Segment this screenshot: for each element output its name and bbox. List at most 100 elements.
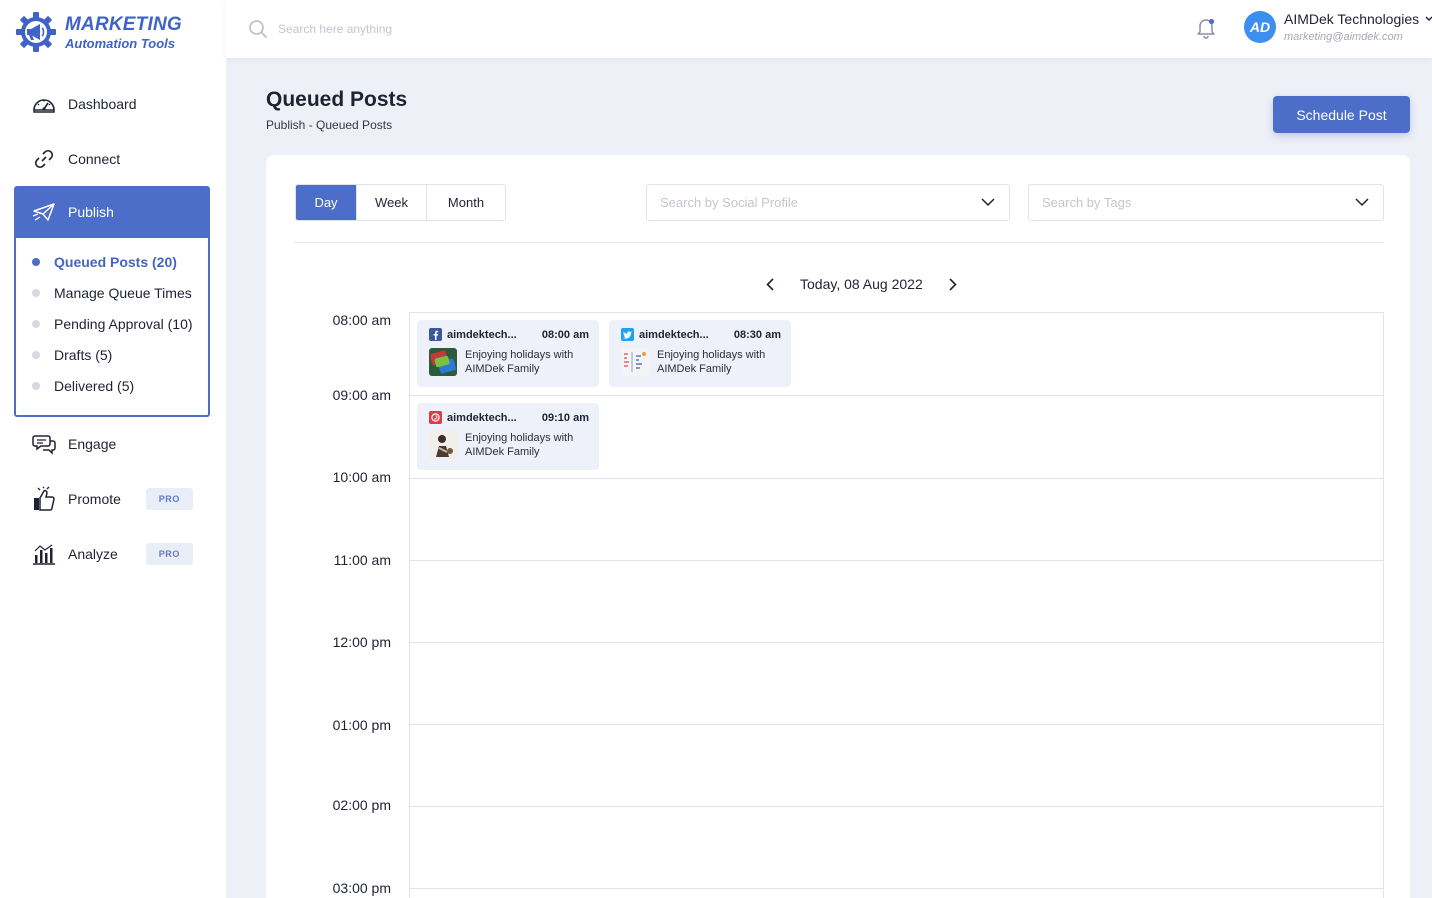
- brand-logo[interactable]: MARKETING Automation Tools: [14, 10, 182, 54]
- pro-badge: PRO: [145, 488, 193, 510]
- post-account: aimdektech...: [447, 328, 517, 341]
- post-thumbnail-image: [621, 348, 649, 376]
- nav-engage-label: Engage: [68, 436, 117, 452]
- hour-line: [410, 560, 1383, 561]
- queued-post-card[interactable]: aimdektech... 08:30 am Enjoying holidays…: [609, 320, 791, 387]
- filter-divider: [294, 242, 1384, 243]
- chevron-right-icon: [949, 277, 957, 291]
- sidebar: MARKETING Automation Tools Dashboard Con…: [0, 0, 226, 898]
- chevron-down-icon: [1355, 198, 1369, 207]
- dashboard-gauge-icon: [31, 91, 57, 117]
- post-text-line: AIMDek Family: [465, 363, 540, 375]
- date-navigator: Today, 08 Aug 2022: [760, 274, 963, 294]
- queued-post-card[interactable]: aimdektech... 09:10 am Enjoying holidays…: [417, 403, 599, 470]
- submenu-delivered[interactable]: Delivered (5): [16, 370, 208, 401]
- user-avatar[interactable]: AD: [1244, 11, 1276, 43]
- social-profile-dropdown[interactable]: Search by Social Profile: [646, 184, 1010, 221]
- pro-badge: PRO: [145, 543, 193, 565]
- current-date-label: Today, 08 Aug 2022: [800, 276, 923, 292]
- facebook-icon: [429, 328, 442, 341]
- next-day-button[interactable]: [943, 274, 963, 294]
- post-thumbnail-image: [429, 348, 457, 376]
- time-label: 08:00 am: [332, 312, 391, 328]
- notification-bell-icon[interactable]: [1196, 17, 1216, 39]
- queued-post-card[interactable]: aimdektech... 08:00 am Enjoying holidays…: [417, 320, 599, 387]
- post-account: aimdektech...: [447, 411, 517, 424]
- chat-bubbles-icon: [31, 431, 57, 457]
- post-thumbnail-image: [429, 431, 457, 459]
- nav-publish-label: Publish: [68, 204, 114, 220]
- post-account: aimdektech...: [639, 328, 709, 341]
- nav-publish[interactable]: Publish: [14, 186, 210, 238]
- submenu-queued-posts[interactable]: Queued Posts (20): [16, 246, 208, 277]
- chevron-down-icon: [981, 198, 995, 207]
- post-text-line: Enjoying holidays with: [465, 349, 574, 361]
- hour-line: [410, 806, 1383, 807]
- megaphone-gear-icon: [16, 12, 56, 52]
- nav-engage[interactable]: Engage: [14, 418, 210, 470]
- schedule-post-button[interactable]: Schedule Post: [1273, 96, 1410, 133]
- submenu-label: Pending Approval (10): [54, 315, 193, 332]
- nav-connect[interactable]: Connect: [14, 133, 210, 185]
- thumbs-up-icon: [31, 486, 57, 512]
- brand-line-1: MARKETING: [65, 13, 182, 35]
- post-text-line: AIMDek Family: [465, 446, 540, 458]
- paper-plane-icon: [31, 199, 57, 225]
- hour-line: [410, 642, 1383, 643]
- post-text-line: Enjoying holidays with: [465, 432, 574, 444]
- bullet-dot: [32, 350, 40, 359]
- post-time: 08:00 am: [541, 328, 589, 341]
- tab-month[interactable]: Month: [427, 185, 505, 220]
- bullet-dot: [32, 288, 40, 297]
- nav-analyze[interactable]: Analyze PRO: [14, 528, 210, 580]
- global-search-input[interactable]: [278, 18, 598, 40]
- time-label: 03:00 pm: [332, 880, 391, 896]
- submenu-label: Manage Queue Times: [54, 284, 192, 301]
- submenu-pending-approval[interactable]: Pending Approval (10): [16, 308, 208, 339]
- time-label: 02:00 pm: [332, 797, 391, 813]
- time-label: 12:00 pm: [332, 634, 391, 650]
- page-title: Queued Posts: [266, 88, 408, 111]
- bullet-dot: [32, 319, 40, 328]
- hour-line: [410, 888, 1383, 889]
- brand-name: MARKETING Automation Tools: [65, 15, 182, 50]
- brand-line-2: Automation Tools: [65, 35, 176, 51]
- post-time: 09:10 am: [541, 411, 589, 424]
- breadcrumb: Publish - Queued Posts: [266, 118, 393, 132]
- tab-week[interactable]: Week: [357, 185, 427, 220]
- hour-line: [410, 478, 1383, 479]
- chevron-left-icon: [766, 277, 774, 291]
- social-profile-placeholder: Search by Social Profile: [660, 195, 799, 210]
- time-label: 09:00 am: [332, 387, 391, 403]
- submenu-manage-queue-times[interactable]: Manage Queue Times: [16, 277, 208, 308]
- tags-dropdown[interactable]: Search by Tags: [1028, 184, 1384, 221]
- twitter-icon: [621, 328, 634, 341]
- user-email: marketing@aimdek.com: [1284, 31, 1403, 43]
- bullet-dot: [32, 381, 40, 390]
- nav-analyze-label: Analyze: [68, 546, 118, 562]
- time-label: 11:00 am: [333, 552, 391, 568]
- post-text-line: Enjoying holidays with: [657, 349, 766, 361]
- post-text-line: AIMDek Family: [657, 363, 732, 375]
- top-bar: AD AIMDek Technologies marketing@aimdek.…: [226, 0, 1432, 58]
- submenu-drafts[interactable]: Drafts (5): [16, 339, 208, 370]
- time-label: 01:00 pm: [332, 717, 391, 733]
- tab-day[interactable]: Day: [296, 185, 357, 220]
- nav-dashboard-label: Dashboard: [68, 96, 137, 112]
- chevron-down-icon[interactable]: [1425, 16, 1432, 22]
- hour-line: [410, 395, 1383, 396]
- nav-connect-label: Connect: [68, 151, 121, 167]
- search-icon: [249, 20, 268, 39]
- link-icon: [31, 146, 57, 172]
- pinterest-icon: [429, 411, 442, 424]
- nav-promote[interactable]: Promote PRO: [14, 473, 210, 525]
- previous-day-button[interactable]: [760, 274, 780, 294]
- tags-placeholder: Search by Tags: [1042, 195, 1132, 210]
- nav-promote-label: Promote: [68, 491, 121, 507]
- user-name[interactable]: AIMDek Technologies: [1284, 11, 1419, 27]
- post-time: 08:30 am: [733, 328, 781, 341]
- publish-submenu: Queued Posts (20) Manage Queue Times Pen…: [14, 236, 210, 417]
- view-toggle: Day Week Month: [295, 184, 506, 221]
- nav-dashboard[interactable]: Dashboard: [14, 78, 210, 130]
- submenu-label: Drafts (5): [54, 346, 113, 363]
